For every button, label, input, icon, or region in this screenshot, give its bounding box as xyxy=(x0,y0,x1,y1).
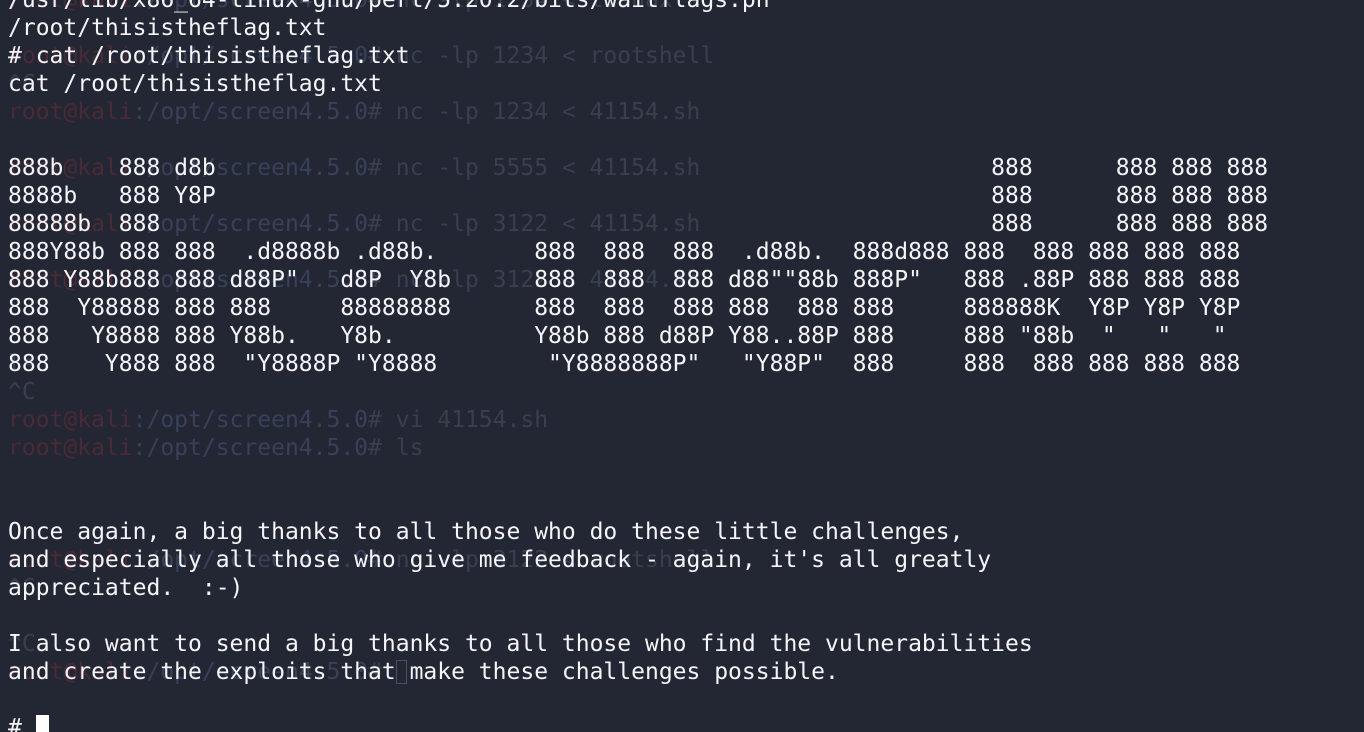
terminal-line: 888 Y88b888 888 d88P" d8P Y8b 888 888 88… xyxy=(8,267,1241,293)
terminal-line: 8888b 888 Y8P 888 888 888 888 xyxy=(8,183,1269,209)
terminal-line: # cat /root/thisistheflag.txt xyxy=(8,43,410,69)
terminal-line: Once again, a big thanks to all those wh… xyxy=(8,519,964,545)
terminal-line: and create the exploits that make these … xyxy=(8,659,839,685)
terminal-line: 888 Y88888 888 888 88888888 888 888 888 … xyxy=(8,295,1241,321)
terminal-line: appreciated. :-) xyxy=(8,575,244,601)
terminal-line: 888b 888 d8b 888 888 888 888 xyxy=(8,155,1269,181)
terminal-line: cat /root/thisistheflag.txt xyxy=(8,71,382,97)
terminal-line: and especially all those who give me fee… xyxy=(8,547,992,573)
terminal-window[interactable]: root@kali:/opt/screen4.5.0# nc -lp 1234 … xyxy=(0,0,1364,732)
text-cursor xyxy=(35,715,49,732)
terminal-line: 888 Y888 888 "Y8888P "Y8888 "Y8888888P" … xyxy=(8,351,1241,377)
terminal-prompt-line[interactable]: # xyxy=(8,714,1268,732)
terminal-line: /root/thisistheflag.txt xyxy=(8,15,327,41)
shell-prompt: # xyxy=(8,715,36,732)
terminal-output: /usr/lib/x86_64-linux-gnu/perl/5.20.2/bi… xyxy=(8,0,1268,732)
terminal-line: /usr/lib/x86_64-linux-gnu/perl/5.20.2/bi… xyxy=(8,0,770,13)
terminal-line: I also want to send a big thanks to all … xyxy=(8,631,1033,657)
terminal-line: 88888b 888 888 888 888 888 xyxy=(8,211,1269,237)
terminal-line: 888Y88b 888 888 .d8888b .d88b. 888 888 8… xyxy=(8,239,1241,265)
terminal-line: 888 Y8888 888 Y88b. Y8b. Y88b 888 d88P Y… xyxy=(8,323,1227,349)
